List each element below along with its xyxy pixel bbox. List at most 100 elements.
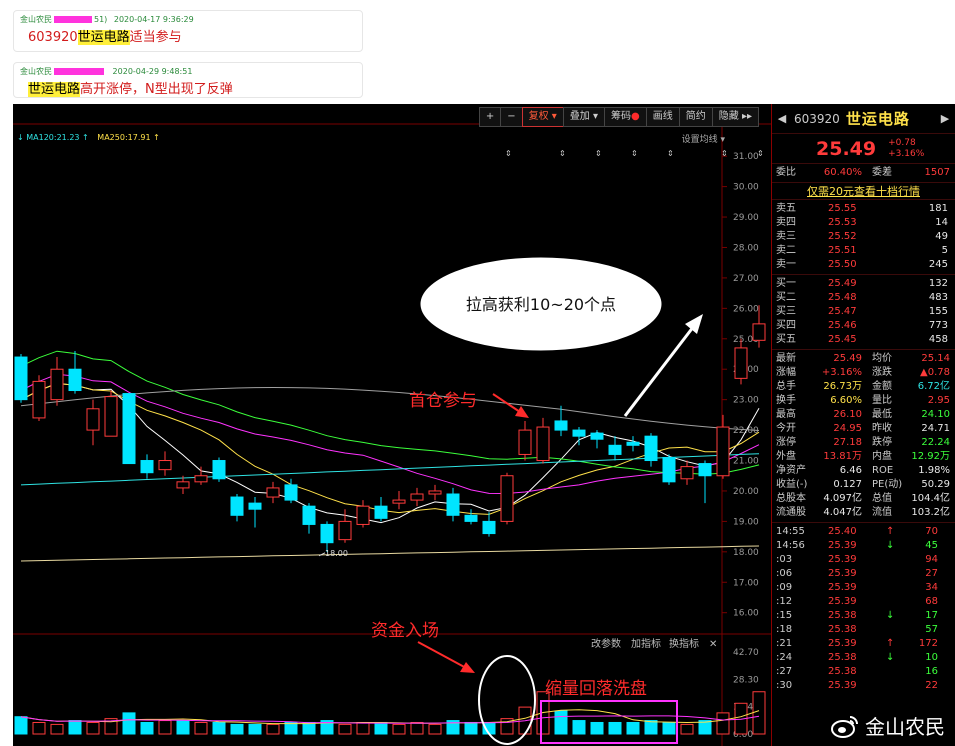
- candle-body[interactable]: [32, 380, 46, 419]
- volume-bar[interactable]: [392, 723, 406, 735]
- candle-body[interactable]: [410, 493, 424, 501]
- zoom-out-button[interactable]: −: [500, 107, 523, 127]
- tick-row[interactable]: :18 25.38 57: [772, 623, 955, 637]
- tick-row[interactable]: :12 25.39 68: [772, 595, 955, 609]
- hide-panel-button[interactable]: 隐藏 ▸▸: [711, 107, 759, 127]
- ask-row[interactable]: 卖二 25.51 5: [772, 244, 955, 258]
- tick-row[interactable]: :24 25.38 ↓ 10: [772, 651, 955, 665]
- candle-body[interactable]: [122, 393, 136, 465]
- close-indicator-icon[interactable]: ✕: [709, 639, 717, 650]
- volume-bar[interactable]: [266, 723, 280, 735]
- volume-bar[interactable]: [590, 721, 604, 735]
- volume-bar[interactable]: [626, 721, 640, 735]
- event-marker-icon[interactable]: ⇕: [757, 149, 764, 158]
- volume-bar[interactable]: [554, 710, 568, 735]
- volume-bar[interactable]: [158, 720, 172, 735]
- candle-body[interactable]: [698, 463, 712, 477]
- candle-body[interactable]: [752, 323, 766, 341]
- candle-body[interactable]: [302, 505, 316, 525]
- candle-body[interactable]: [464, 514, 478, 522]
- chips-button[interactable]: 筹码●: [604, 107, 647, 127]
- tick-row[interactable]: :30 25.39 22: [772, 679, 955, 693]
- candle-body[interactable]: [230, 496, 244, 516]
- overlay-button[interactable]: 叠加 ▾: [562, 107, 606, 127]
- tick-row[interactable]: 14:56 25.39 ↓ 45: [772, 539, 955, 553]
- candle-body[interactable]: [140, 460, 154, 474]
- candle-body[interactable]: [374, 505, 388, 519]
- volume-bar[interactable]: [752, 691, 766, 735]
- volume-bar[interactable]: [302, 721, 316, 735]
- volume-bar[interactable]: [32, 721, 46, 735]
- tick-row[interactable]: :03 25.39 94: [772, 553, 955, 567]
- volume-bar[interactable]: [572, 720, 586, 735]
- ask-row[interactable]: 卖一 25.50 245: [772, 258, 955, 272]
- candle-body[interactable]: [248, 502, 262, 510]
- kline-chart-area[interactable]: 31.0030.0029.0028.0027.0026.0025.0024.00…: [13, 104, 771, 746]
- volume-bar[interactable]: [122, 712, 136, 735]
- volume-bar[interactable]: [662, 721, 676, 735]
- event-marker-icon[interactable]: ⇕: [595, 149, 602, 158]
- tick-row[interactable]: 14:55 25.40 ↑ 70: [772, 525, 955, 539]
- tick-row[interactable]: :27 25.38 16: [772, 665, 955, 679]
- candle-body[interactable]: [608, 444, 622, 455]
- fuquan-button[interactable]: 复权 ▾: [521, 107, 564, 127]
- candle-body[interactable]: [680, 466, 694, 480]
- volume-bar[interactable]: [230, 723, 244, 735]
- candle-body[interactable]: [338, 520, 352, 541]
- post-author[interactable]: 金山农民: [20, 15, 52, 24]
- volume-bar[interactable]: [644, 720, 658, 735]
- tick-row[interactable]: :15 25.38 ↓ 17: [772, 609, 955, 623]
- volume-bar[interactable]: [410, 721, 424, 735]
- candle-body[interactable]: [644, 435, 658, 462]
- candle-body[interactable]: [50, 368, 64, 401]
- next-stock-icon[interactable]: ▶: [935, 112, 955, 125]
- candle-body[interactable]: [518, 429, 532, 455]
- volume-bar[interactable]: [14, 716, 28, 735]
- candle-body[interactable]: [590, 432, 604, 440]
- candle-body[interactable]: [734, 347, 748, 379]
- candle-body[interactable]: [482, 520, 496, 535]
- candle-body[interactable]: [356, 505, 370, 525]
- volume-bar[interactable]: [86, 721, 100, 735]
- candle-body[interactable]: [284, 484, 298, 501]
- volume-bar[interactable]: [680, 723, 694, 735]
- candle-body[interactable]: [158, 460, 172, 471]
- volume-bar[interactable]: [356, 721, 370, 735]
- volume-bar[interactable]: [608, 721, 622, 735]
- volume-bar[interactable]: [338, 723, 352, 735]
- tick-row[interactable]: :21 25.39 ↑ 172: [772, 637, 955, 651]
- candle-body[interactable]: [662, 456, 676, 483]
- volume-bar[interactable]: [374, 721, 388, 735]
- ask-row[interactable]: 卖四 25.53 14: [772, 216, 955, 230]
- volume-bar[interactable]: [284, 721, 298, 735]
- volume-bar[interactable]: [68, 720, 82, 735]
- bid-row[interactable]: 买二 25.48 483: [772, 291, 955, 305]
- candle-body[interactable]: [86, 408, 100, 431]
- candle-body[interactable]: [626, 441, 640, 446]
- tick-row[interactable]: :06 25.39 27: [772, 567, 955, 581]
- volume-bar[interactable]: [248, 723, 262, 735]
- candle-body[interactable]: [716, 426, 730, 477]
- ask-row[interactable]: 卖五 25.55 181: [772, 202, 955, 216]
- volume-bar[interactable]: [50, 723, 64, 735]
- ask-row[interactable]: 卖三 25.52 49: [772, 230, 955, 244]
- volume-bar[interactable]: [428, 723, 442, 735]
- simple-mode-button[interactable]: 简约: [678, 107, 713, 127]
- volume-bar[interactable]: [176, 720, 190, 735]
- candle-body[interactable]: [500, 475, 514, 522]
- set-ma-button[interactable]: 设置均线 ▾: [682, 132, 725, 145]
- post-stock-name[interactable]: 世运电路: [77, 30, 130, 45]
- volume-bar[interactable]: [140, 721, 154, 735]
- candle-body[interactable]: [446, 493, 460, 516]
- event-marker-icon[interactable]: ⇕: [505, 149, 512, 158]
- event-marker-icon[interactable]: ⇕: [631, 149, 638, 158]
- volume-bar[interactable]: [716, 712, 730, 735]
- candle-body[interactable]: [68, 368, 82, 392]
- switch-indicator-button[interactable]: 换指标: [669, 637, 699, 650]
- draw-line-button[interactable]: 画线: [645, 107, 680, 127]
- event-marker-icon[interactable]: ⇕: [721, 149, 728, 158]
- bid-row[interactable]: 买三 25.47 155: [772, 305, 955, 319]
- candle-body[interactable]: [176, 481, 190, 489]
- candle-body[interactable]: [392, 499, 406, 504]
- candle-body[interactable]: [572, 429, 586, 437]
